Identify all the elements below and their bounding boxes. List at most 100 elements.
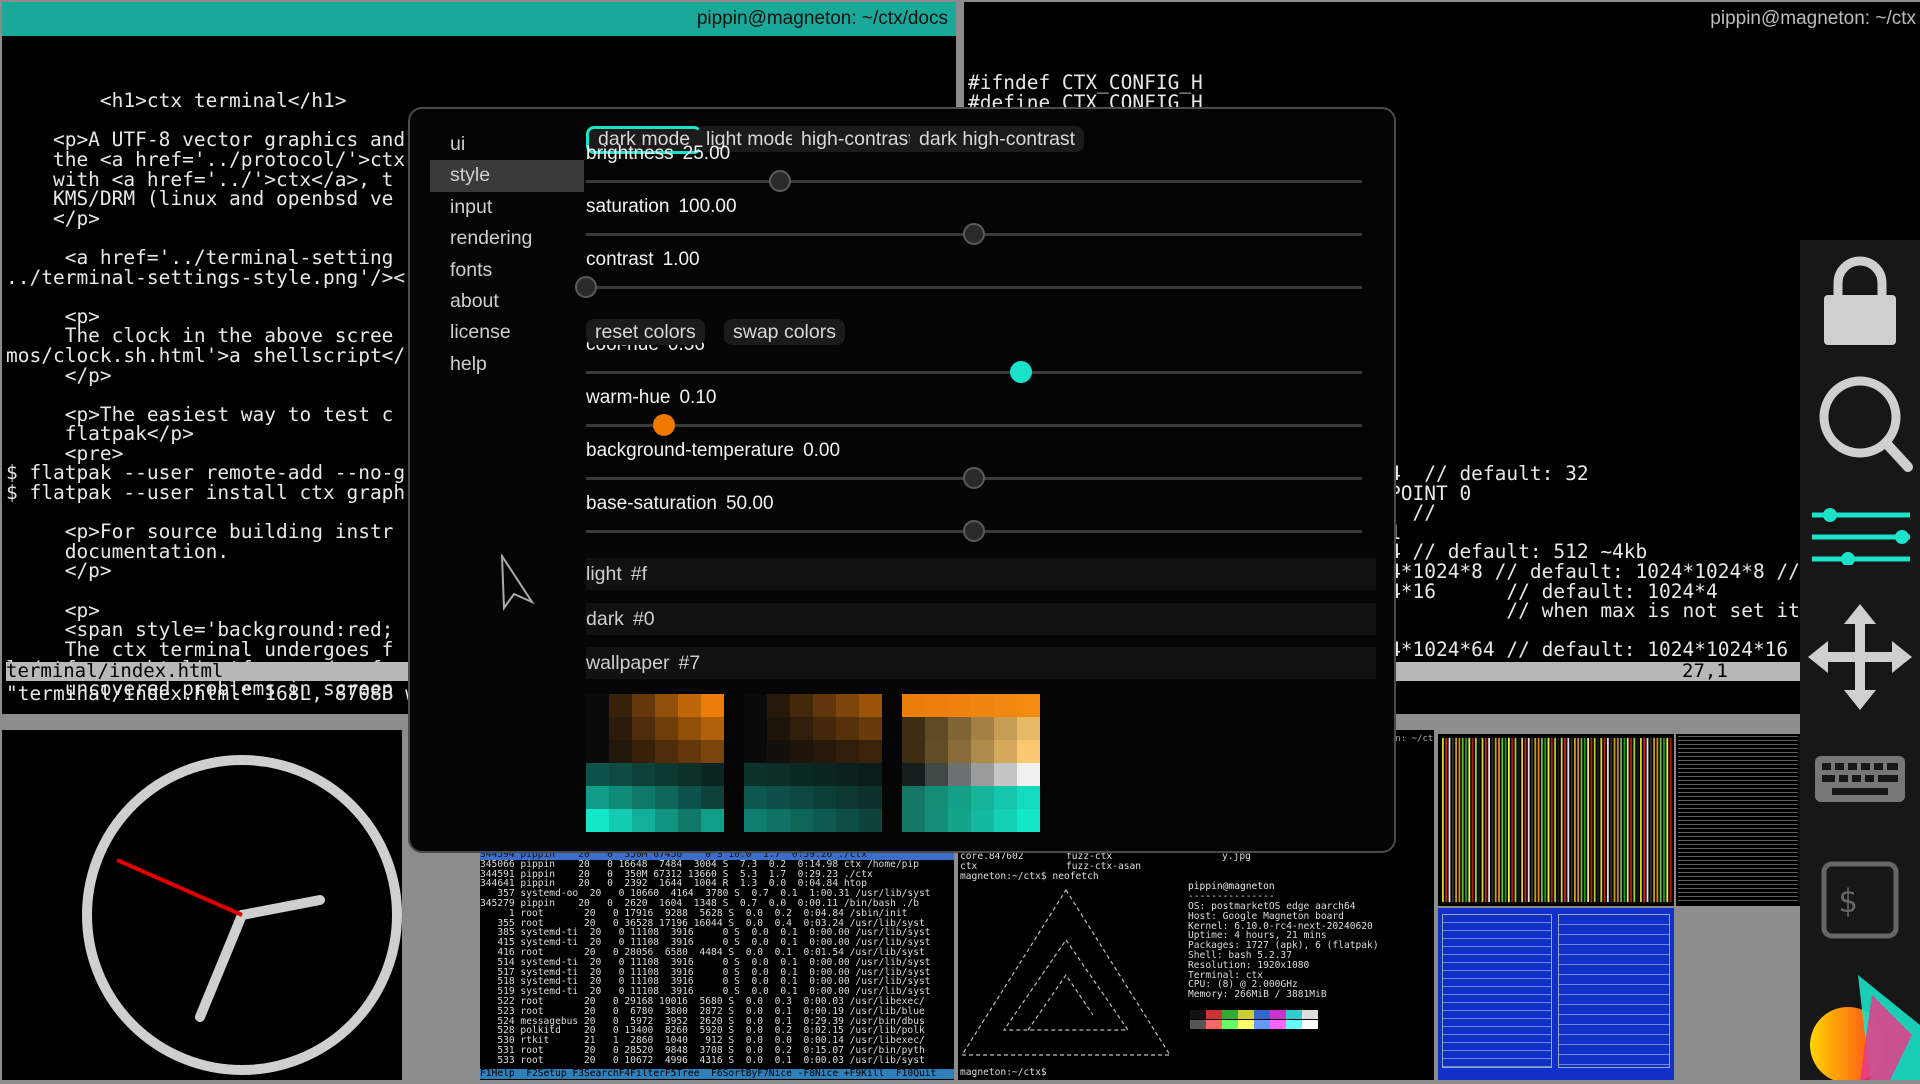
slider-warm-hue-knob[interactable] xyxy=(652,414,675,436)
swatch-cell xyxy=(586,717,609,740)
color-field-wallpaper[interactable]: wallpaper #7 xyxy=(586,647,1376,679)
slider-brightness-track[interactable] xyxy=(586,180,1362,183)
color-bar xyxy=(1574,738,1576,902)
slider-label-name: warm-hue xyxy=(586,387,671,408)
swap-colors-button[interactable]: swap colors xyxy=(724,319,845,345)
slider-contrast-track[interactable] xyxy=(586,286,1362,289)
palette-swatch-light[interactable] xyxy=(902,694,1040,832)
palette-swatch-darker[interactable] xyxy=(744,694,882,832)
slider-cool-hue-knob[interactable] xyxy=(1009,361,1032,383)
color-bar xyxy=(1445,738,1448,902)
htop-function-keys[interactable]: F1Help F2Setup F3SearchF4FilterF5Tree F6… xyxy=(480,1069,954,1079)
small-terminal-window[interactable]: on: ~/ctx xyxy=(1390,730,1434,1080)
nav-item-fonts[interactable]: fonts xyxy=(430,255,584,286)
swatch-cell xyxy=(701,740,724,763)
search-icon[interactable] xyxy=(1800,375,1920,475)
slider-contrast-knob[interactable] xyxy=(575,276,597,298)
neofetch-prompt-end: magneton:~/ctx$ xyxy=(960,1067,1053,1078)
swatch-cell xyxy=(586,740,609,763)
color-bars xyxy=(1442,738,1672,902)
vim-status-file: terminal/index.html xyxy=(6,660,224,682)
swatch-cell xyxy=(948,694,971,717)
swatch-cell xyxy=(948,717,971,740)
color-bar xyxy=(1451,738,1454,902)
color-bar xyxy=(1630,738,1632,902)
swatch-cell xyxy=(994,763,1017,786)
swatch-cell xyxy=(790,809,813,832)
clock-window[interactable] xyxy=(2,730,402,1080)
theme-dark-high-contrast-button[interactable]: dark high-contrast xyxy=(910,126,1085,152)
neofetch-color-blocks-bright xyxy=(1190,1020,1318,1029)
swatch-cell xyxy=(609,809,632,832)
sliders-icon[interactable] xyxy=(1800,505,1920,566)
color-bar xyxy=(1626,738,1629,902)
config-line: POINT 0 xyxy=(1389,481,1472,505)
field-label: wallpaper xyxy=(586,652,670,674)
nav-item-help[interactable]: help xyxy=(430,349,584,380)
neofetch-window[interactable]: core.847602 fuzz-ctx y.jpg ctx fuzz-ctx-… xyxy=(958,850,1420,1080)
nav-item-input[interactable]: input xyxy=(430,192,584,223)
move-icon[interactable] xyxy=(1800,602,1920,712)
htop-process-row[interactable]: 533 root 20 0 10672 4996 4316 S 0.0 0.1 … xyxy=(480,1055,954,1066)
nav-item-rendering[interactable]: rendering xyxy=(430,223,584,254)
slider-brightness-knob[interactable] xyxy=(769,170,791,192)
slider-label-value: 50.00 xyxy=(725,493,774,514)
midnight-commander-window[interactable] xyxy=(1438,908,1674,1080)
theme-high-contrast-button[interactable]: high-contrast xyxy=(792,126,923,152)
terminal-icon[interactable]: $ xyxy=(1800,860,1920,940)
swatch-cell xyxy=(632,809,655,832)
swatch-cell xyxy=(948,763,971,786)
barcode-pattern-window[interactable] xyxy=(1438,734,1674,906)
ctx-logo-icon[interactable] xyxy=(1800,975,1920,1083)
color-field-dark[interactable]: dark #0 xyxy=(586,603,1376,635)
settings-nav: ui style input rendering fonts about license he… xyxy=(430,129,584,380)
reset-colors-button[interactable]: reset colors xyxy=(586,319,705,345)
palette-swatch-dark[interactable] xyxy=(586,694,724,832)
slider-base-saturation-knob[interactable] xyxy=(963,520,985,542)
settings-dialog[interactable]: ui style input rendering fonts about license he… xyxy=(408,107,1396,853)
nav-item-style[interactable]: style xyxy=(430,160,584,192)
slider-background-temperature-knob[interactable] xyxy=(963,467,985,489)
slider-base-saturation-label: base-saturation 50.00 xyxy=(586,493,774,515)
swatch-cell xyxy=(994,740,1017,763)
docs-titlebar[interactable]: pippin@magneton: ~/ctx/docs xyxy=(2,2,956,36)
swatch-cell xyxy=(790,740,813,763)
swatch-cell xyxy=(813,786,836,809)
slider-cool-hue-track[interactable] xyxy=(586,371,1362,374)
color-field-light[interactable]: light #f xyxy=(586,558,1376,590)
swatch-cell xyxy=(655,786,678,809)
swatch-cell xyxy=(836,740,859,763)
color-bar xyxy=(1484,738,1487,902)
config-line: 4*1024*8 // default: 1024*1024*8 // xyxy=(1389,559,1800,583)
keyboard-icon[interactable] xyxy=(1800,750,1920,810)
htop-process-list[interactable]: 345066 pippin 20 0 16648 7484 3004 S 7.3… xyxy=(480,859,954,1066)
color-bar xyxy=(1593,738,1596,902)
docs-window-title: pippin@magneton: ~/ctx/docs xyxy=(696,8,948,29)
slider-label-value: 100.00 xyxy=(678,196,737,217)
config-titlebar[interactable]: pippin@magneton: ~/ctx xyxy=(964,2,1920,36)
swatch-cell xyxy=(836,786,859,809)
swatch-cell xyxy=(902,809,925,832)
swatch-cell xyxy=(1017,809,1040,832)
lock-icon[interactable] xyxy=(1800,255,1920,345)
swatch-cell xyxy=(971,809,994,832)
svg-text:$: $ xyxy=(1838,882,1857,920)
swatch-cell xyxy=(948,740,971,763)
slider-saturation-knob[interactable] xyxy=(963,223,985,245)
mouse-pointer-icon xyxy=(500,554,535,611)
process-list-window[interactable] xyxy=(1676,734,1800,906)
color-bar xyxy=(1541,738,1543,902)
swatch-cell xyxy=(902,717,925,740)
color-bar xyxy=(1649,738,1652,902)
nav-item-license[interactable]: license xyxy=(430,317,584,348)
slider-warm-hue-track[interactable] xyxy=(586,424,1362,427)
swatch-cell xyxy=(925,786,948,809)
swatch-cell xyxy=(813,763,836,786)
color-bar xyxy=(1616,738,1619,902)
nav-item-about[interactable]: about xyxy=(430,286,584,317)
config-line: // xyxy=(1389,501,1436,525)
swatch-cell xyxy=(586,763,609,786)
htop-window[interactable]: 344594 pippin 20 0 350M 67456 0 S 10.0 1… xyxy=(480,850,954,1080)
nav-item-ui[interactable]: ui xyxy=(430,129,584,160)
swatch-cell xyxy=(925,740,948,763)
